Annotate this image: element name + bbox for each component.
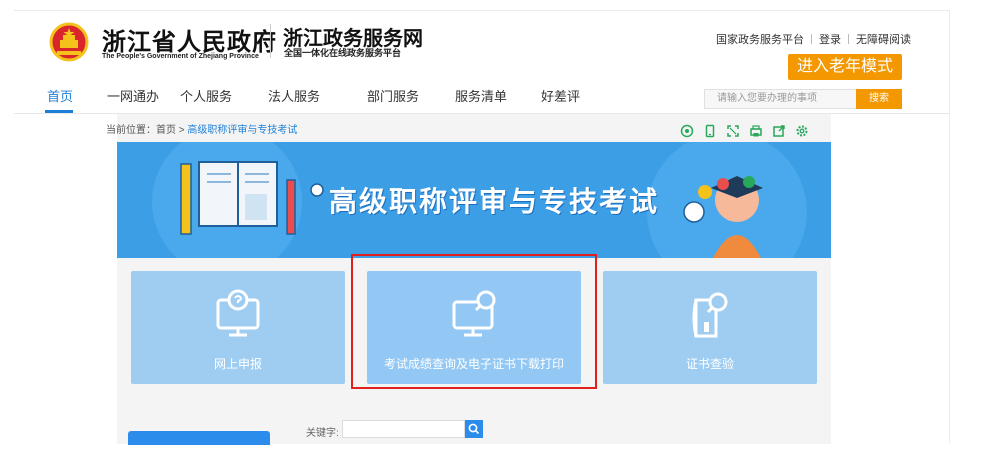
breadcrumb-current: 高级职称评审与专技考试 <box>187 125 298 136</box>
print-icon[interactable] <box>747 123 764 139</box>
accessibility-link[interactable]: 无障碍阅读 <box>856 31 911 47</box>
certificate-search-icon <box>692 292 728 338</box>
gov-name-en: The People's Government of Zhejiang Prov… <box>102 53 259 60</box>
nav-item-department[interactable]: 部门服务 <box>367 86 419 105</box>
keyword-label: 关键字: <box>306 428 339 439</box>
share-icon[interactable] <box>770 123 787 139</box>
page-right-rule <box>949 10 950 443</box>
nav-item-home[interactable]: 首页 <box>47 86 73 105</box>
national-platform-link[interactable]: 国家政务服务平台 <box>716 31 804 47</box>
online-apply-card[interactable]: 网上申报 <box>131 271 345 384</box>
keyword-input[interactable] <box>342 420 465 438</box>
page-toolbar <box>678 123 816 139</box>
certificate-verify-card[interactable]: 证书查验 <box>603 271 817 384</box>
elder-mode-button[interactable]: 进入老年模式 <box>788 54 902 80</box>
main-nav: 首页 一网通办 个人服务 法人服务 部门服务 服务清单 好差评 <box>0 86 700 112</box>
link-separator <box>811 34 812 44</box>
header-top-rule <box>14 10 949 11</box>
nav-item-corporate[interactable]: 法人服务 <box>268 86 320 105</box>
search-icon <box>468 423 480 435</box>
service-site-subtitle: 全国一体化在线政务服务平台 <box>284 49 402 59</box>
banner-title: 高级职称评审与专技考试 <box>329 186 660 217</box>
sidebar-header <box>128 431 270 445</box>
mobile-icon[interactable] <box>701 123 718 139</box>
settings-icon[interactable] <box>793 123 810 139</box>
link-separator <box>848 34 849 44</box>
card-label: 证书查验 <box>685 357 734 371</box>
breadcrumb: 当前位置：首页 > 高级职称评审与专技考试 <box>106 121 297 136</box>
gov-name-cn[interactable]: 浙江省人民政府 <box>102 22 277 57</box>
nav-item-rating[interactable]: 好差评 <box>541 86 580 105</box>
fullscreen-icon[interactable] <box>724 123 741 139</box>
card-label: 网上申报 <box>213 357 262 371</box>
nav-item-personal[interactable]: 个人服务 <box>180 86 232 105</box>
monitor-badge-icon <box>216 289 260 337</box>
top-links: 国家政务服务平台 登录 无障碍阅读 <box>716 31 911 47</box>
refresh-icon[interactable] <box>678 123 695 139</box>
highlight-box <box>351 254 597 389</box>
search-input[interactable]: 请输入您要办理的事项 <box>704 89 856 109</box>
breadcrumb-prefix[interactable]: 当前位置：首页 > <box>106 125 187 136</box>
national-emblem-icon <box>49 22 89 62</box>
page-banner: 高级职称评审与专技考试 <box>117 142 831 258</box>
header-divider <box>270 24 271 58</box>
login-link[interactable]: 登录 <box>819 31 841 47</box>
keyword-search-button[interactable] <box>465 420 483 438</box>
nav-item-one-stop[interactable]: 一网通办 <box>107 86 159 105</box>
search-button[interactable]: 搜索 <box>856 89 902 109</box>
nav-item-service-list[interactable]: 服务清单 <box>455 86 507 105</box>
